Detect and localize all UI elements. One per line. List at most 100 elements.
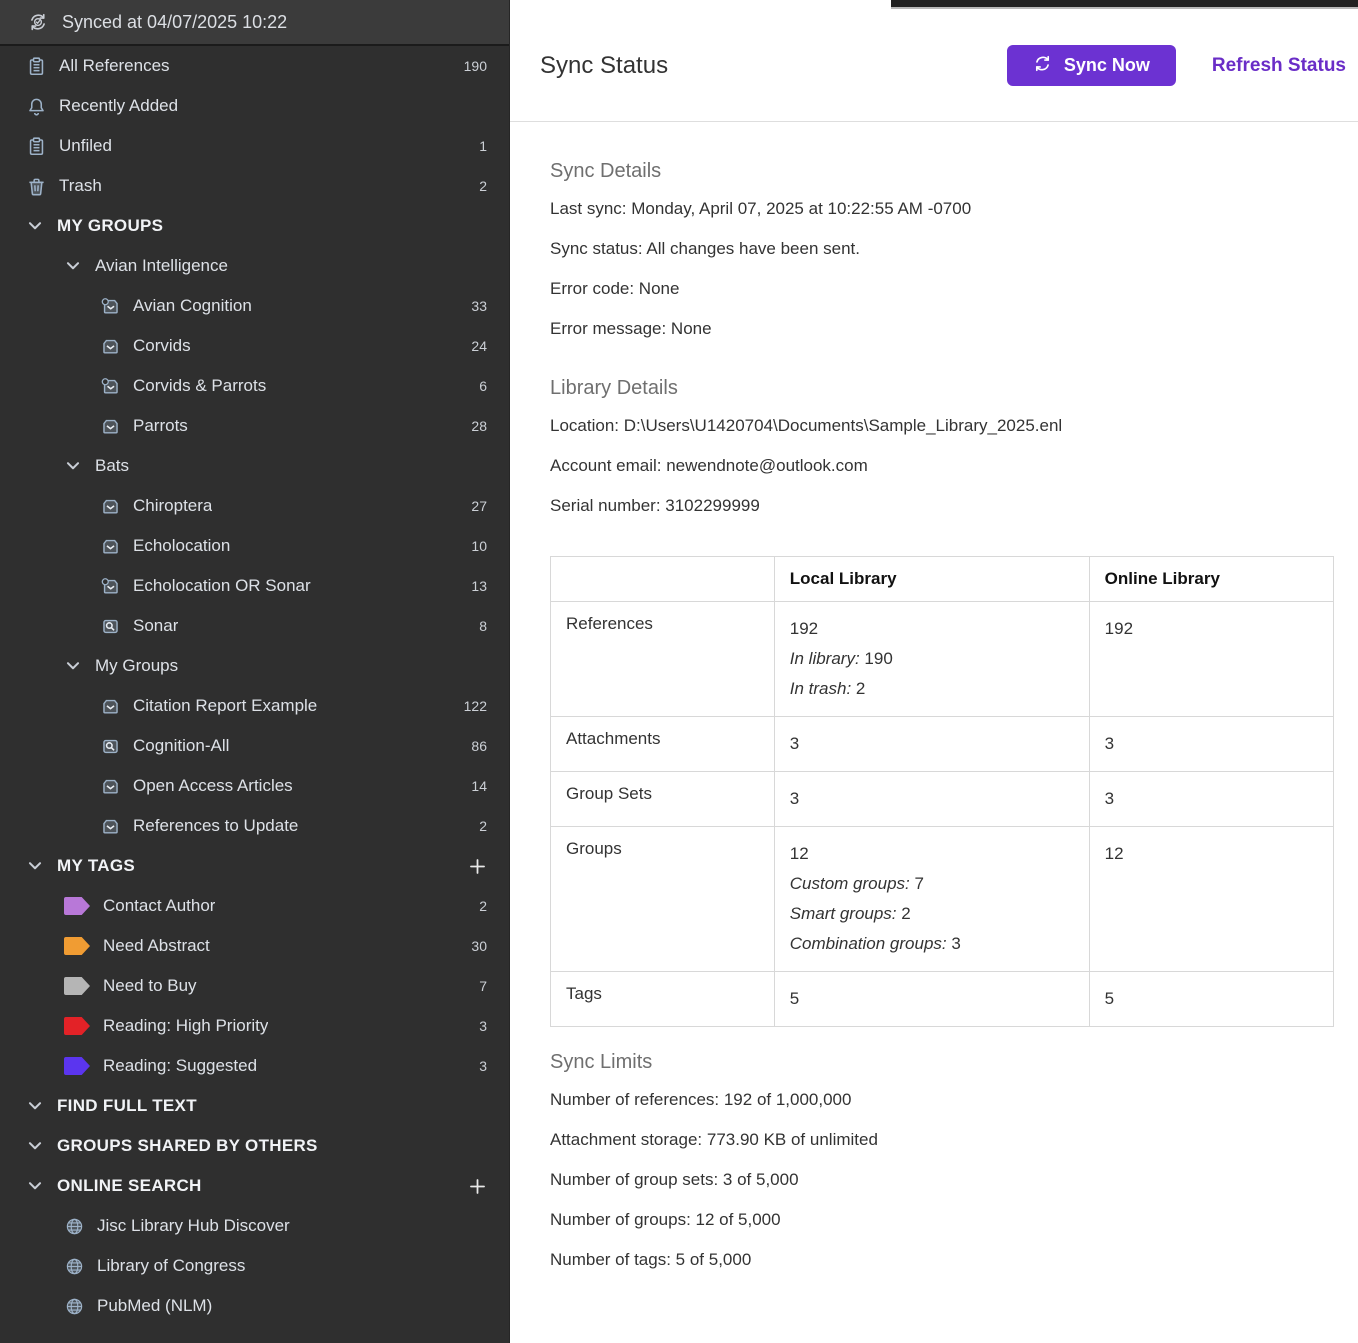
library-comparison-table: Local LibraryOnline Library References 19… bbox=[550, 556, 1334, 1027]
sidebar-item-open-access-articles[interactable]: Open Access Articles14 bbox=[0, 766, 509, 806]
item-count: 86 bbox=[471, 738, 487, 754]
detail-line: Location: D:\Users\U1420704\Documents\Sa… bbox=[550, 406, 1334, 446]
local-library-cell: 3 bbox=[774, 717, 1089, 772]
sidebar-item-label: Need to Buy bbox=[103, 976, 197, 996]
sidebar-item-echolocation-or-sonar[interactable]: Echolocation OR Sonar13 bbox=[0, 566, 509, 606]
sidebar-item-my-groups[interactable]: My Groups bbox=[0, 646, 509, 686]
chevron-down-icon[interactable] bbox=[26, 1097, 44, 1115]
detail-value: 190 bbox=[864, 649, 892, 668]
sync-now-label: Sync Now bbox=[1064, 55, 1150, 76]
group-icon bbox=[100, 816, 120, 836]
sidebar-item-echolocation[interactable]: Echolocation10 bbox=[0, 526, 509, 566]
sidebar-item-bats[interactable]: Bats bbox=[0, 446, 509, 486]
sidebar-item-need-abstract[interactable]: Need Abstract30 bbox=[0, 926, 509, 966]
chevron-down-icon[interactable] bbox=[64, 657, 82, 675]
sidebar-item-recently-added[interactable]: Recently Added bbox=[0, 86, 509, 126]
refresh-status-link[interactable]: Refresh Status bbox=[1212, 55, 1346, 77]
sidebar-item-avian-intelligence[interactable]: Avian Intelligence bbox=[0, 246, 509, 286]
group-combo-icon bbox=[100, 576, 120, 596]
sync-details-heading: Sync Details bbox=[550, 160, 1334, 183]
sidebar-item-reading-high-priority[interactable]: Reading: High Priority3 bbox=[0, 1006, 509, 1046]
sync-status-header[interactable]: Synced at 04/07/2025 10:22 bbox=[0, 0, 509, 46]
sidebar-item-label: Corvids & Parrots bbox=[133, 376, 266, 396]
sidebar-item-label: Reading: Suggested bbox=[103, 1056, 257, 1076]
local-library-cell: 192In library: 190In trash: 2 bbox=[774, 602, 1089, 717]
row-label: Tags bbox=[566, 984, 602, 1003]
row-label: Groups bbox=[566, 839, 622, 858]
detail-label: In trash: bbox=[790, 679, 851, 698]
sidebar-item-online-search[interactable]: ONLINE SEARCH bbox=[0, 1166, 509, 1206]
group-smart-icon bbox=[100, 616, 120, 636]
sidebar-item-my-groups[interactable]: MY GROUPS bbox=[0, 206, 509, 246]
sidebar-item-contact-author[interactable]: Contact Author2 bbox=[0, 886, 509, 926]
row-label: Attachments bbox=[566, 729, 661, 748]
group-icon bbox=[100, 336, 120, 356]
sidebar-item-corvids-parrots[interactable]: Corvids & Parrots6 bbox=[0, 366, 509, 406]
row-label: References bbox=[566, 614, 653, 633]
add-icon[interactable] bbox=[467, 856, 487, 876]
sidebar-item-pubmed-nlm[interactable]: PubMed (NLM) bbox=[0, 1286, 509, 1326]
chevron-down-icon[interactable] bbox=[26, 1137, 44, 1155]
sidebar-item-library-of-congress[interactable]: Library of Congress bbox=[0, 1246, 509, 1286]
sidebar-item-label: Open Access Articles bbox=[133, 776, 293, 796]
item-count: 190 bbox=[464, 58, 487, 74]
detail-line: Sync status: All changes have been sent. bbox=[550, 229, 1334, 269]
sidebar-item-references-to-update[interactable]: References to Update2 bbox=[0, 806, 509, 846]
sidebar-item-unfiled[interactable]: Unfiled1 bbox=[0, 126, 509, 166]
online-library-cell: 3 bbox=[1089, 772, 1333, 827]
table-row: References192In library: 190In trash: 21… bbox=[551, 602, 1334, 717]
sidebar-item-jisc-library-hub-discover[interactable]: Jisc Library Hub Discover bbox=[0, 1206, 509, 1246]
library-details-heading: Library Details bbox=[550, 377, 1334, 400]
library-sidebar: Synced at 04/07/2025 10:22 All Reference… bbox=[0, 0, 510, 1343]
sidebar-item-need-to-buy[interactable]: Need to Buy7 bbox=[0, 966, 509, 1006]
sidebar-item-cognition-all[interactable]: Cognition-All86 bbox=[0, 726, 509, 766]
online-library-cell: 3 bbox=[1089, 717, 1333, 772]
clipboard-icon bbox=[26, 56, 46, 76]
sidebar-item-label: Citation Report Example bbox=[133, 696, 317, 716]
group-icon bbox=[100, 416, 120, 436]
sidebar-item-citation-report-example[interactable]: Citation Report Example 122 bbox=[0, 686, 509, 726]
chevron-down-icon[interactable] bbox=[64, 457, 82, 475]
sync-now-button[interactable]: Sync Now bbox=[1007, 45, 1176, 86]
sidebar-item-label: Echolocation OR Sonar bbox=[133, 576, 311, 596]
online-value: 192 bbox=[1105, 614, 1318, 644]
add-icon[interactable] bbox=[467, 1176, 487, 1196]
window-tab-fragment bbox=[891, 0, 1358, 9]
item-count: 10 bbox=[471, 538, 487, 554]
sidebar-item-label: Parrots bbox=[133, 416, 188, 436]
sidebar-item-my-tags[interactable]: MY TAGS bbox=[0, 846, 509, 886]
item-count: 28 bbox=[471, 418, 487, 434]
detail-line: Error message: None bbox=[550, 309, 1334, 349]
chevron-down-icon[interactable] bbox=[64, 257, 82, 275]
local-library-cell: 5 bbox=[774, 972, 1089, 1027]
sidebar-item-all-references[interactable]: All References190 bbox=[0, 46, 509, 86]
sidebar-item-sonar[interactable]: Sonar8 bbox=[0, 606, 509, 646]
sidebar-item-label: Need Abstract bbox=[103, 936, 210, 956]
globe-icon bbox=[64, 1256, 84, 1276]
row-label-cell: Group Sets bbox=[551, 772, 775, 827]
detail-line: Number of tags: 5 of 5,000 bbox=[550, 1240, 1334, 1280]
chevron-down-icon[interactable] bbox=[26, 217, 44, 235]
sidebar-item-chiroptera[interactable]: Chiroptera27 bbox=[0, 486, 509, 526]
sidebar-item-label: Jisc Library Hub Discover bbox=[97, 1216, 290, 1236]
sidebar-item-trash[interactable]: Trash2 bbox=[0, 166, 509, 206]
item-count: 122 bbox=[464, 698, 487, 714]
tag-color-swatch bbox=[64, 937, 90, 955]
sidebar-item-avian-cognition[interactable]: Avian Cognition33 bbox=[0, 286, 509, 326]
chevron-down-icon[interactable] bbox=[26, 1177, 44, 1195]
row-label-cell: Attachments bbox=[551, 717, 775, 772]
chevron-down-icon[interactable] bbox=[26, 857, 44, 875]
sidebar-item-parrots[interactable]: Parrots 28 bbox=[0, 406, 509, 446]
sidebar-item-reading-suggested[interactable]: Reading: Suggested3 bbox=[0, 1046, 509, 1086]
sidebar-item-label: Unfiled bbox=[59, 136, 112, 156]
trash-icon bbox=[26, 176, 46, 196]
sidebar-item-groups-shared-by-others[interactable]: GROUPS SHARED BY OTHERS bbox=[0, 1126, 509, 1166]
table-header-row: Local LibraryOnline Library bbox=[551, 557, 1334, 602]
sync-arrows-icon bbox=[1033, 54, 1052, 78]
sidebar-item-label: Avian Cognition bbox=[133, 296, 252, 316]
sidebar-item-corvids[interactable]: Corvids24 bbox=[0, 326, 509, 366]
group-combo-icon bbox=[100, 296, 120, 316]
clipboard-icon bbox=[26, 136, 46, 156]
sidebar-item-label: ONLINE SEARCH bbox=[57, 1176, 202, 1196]
sidebar-item-find-full-text[interactable]: FIND FULL TEXT bbox=[0, 1086, 509, 1126]
